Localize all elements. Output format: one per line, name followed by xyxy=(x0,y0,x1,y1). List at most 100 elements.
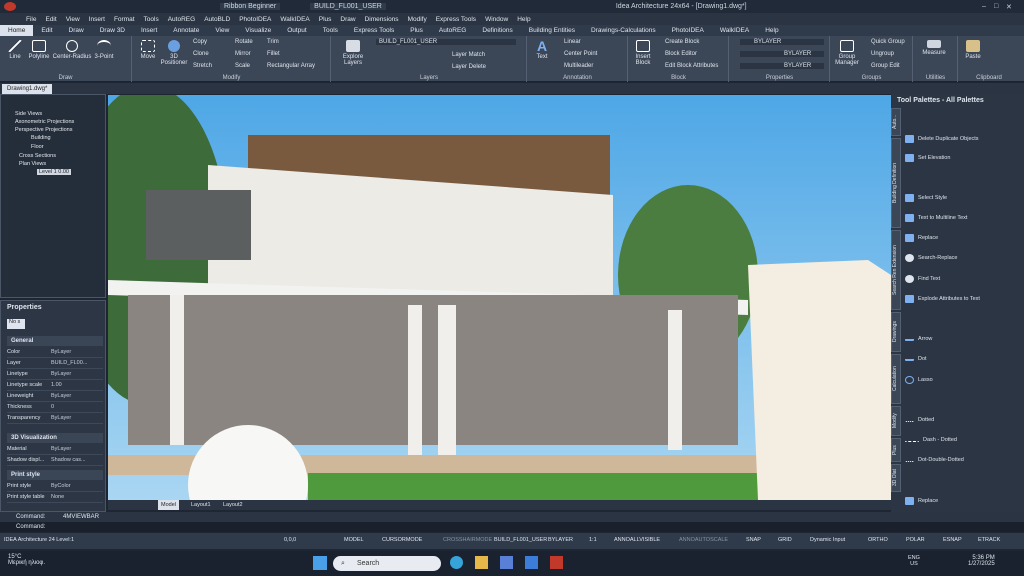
ungroup-button[interactable]: Ungroup xyxy=(871,51,894,57)
status-etrack[interactable]: ETRACK xyxy=(978,537,1000,543)
palette-find-text[interactable]: Find Text xyxy=(905,275,940,283)
tree-plan-views[interactable]: Plan Views xyxy=(19,161,46,167)
menu-express-tools[interactable]: Express Tools xyxy=(436,16,476,23)
tree-side-views[interactable]: Side Views xyxy=(15,111,42,117)
menu-format[interactable]: Format xyxy=(114,16,135,23)
prop-linetype[interactable]: Linetype ByLayer xyxy=(7,369,103,380)
create-block-button[interactable]: Create Block xyxy=(665,39,699,45)
menu-modify[interactable]: Modify xyxy=(408,16,427,23)
rotate-button[interactable]: Rotate xyxy=(235,39,253,45)
menu-walkidea[interactable]: WalkIDEA xyxy=(280,16,309,23)
prop-color[interactable]: Color ByLayer xyxy=(7,347,103,358)
status-grid[interactable]: GRID xyxy=(778,537,792,543)
menu-plus[interactable]: Plus xyxy=(319,16,332,23)
polyline-button[interactable]: Polyline xyxy=(26,40,52,60)
linear-dim-button[interactable]: Linear xyxy=(564,39,581,45)
linetype-combo[interactable]: BYLAYER xyxy=(740,51,824,57)
selection-combo[interactable]: No s xyxy=(7,319,25,329)
menu-edit[interactable]: Edit xyxy=(45,16,56,23)
arc-button[interactable]: 3-Point xyxy=(92,40,116,60)
tab-home[interactable]: Home xyxy=(0,25,34,36)
status-ortho[interactable]: ORTHO xyxy=(868,537,888,543)
start-icon[interactable] xyxy=(313,556,327,570)
tab-building-entities[interactable]: Building Entities xyxy=(521,25,583,36)
drawing-tab[interactable]: Drawing1.dwg* xyxy=(2,84,53,94)
move-button[interactable]: Move xyxy=(137,40,159,60)
menu-insert[interactable]: Insert xyxy=(89,16,105,23)
status-bylayer[interactable]: BYLAYER xyxy=(548,537,573,543)
layer-combo[interactable]: BUILD_FL001_USER xyxy=(376,39,516,45)
clone-button[interactable]: Clone xyxy=(193,51,209,57)
tree-axonometric[interactable]: Axonometric Projections xyxy=(15,119,74,125)
tab-drawings-calculations[interactable]: Drawings-Calculations xyxy=(583,25,664,36)
app-logo-icon[interactable] xyxy=(4,2,16,11)
tab-autoreg[interactable]: AutoREG xyxy=(431,25,474,36)
tab-definitions[interactable]: Definitions xyxy=(474,25,520,36)
palette-delete-duplicates[interactable]: Delete Duplicate Objects xyxy=(905,135,979,143)
stretch-button[interactable]: Stretch xyxy=(193,63,212,69)
menu-window[interactable]: Window xyxy=(485,16,508,23)
palette-text-to-mtext[interactable]: Text to Multiline Text xyxy=(905,214,967,222)
language-indicator[interactable]: ENG US xyxy=(908,555,920,567)
prop-print-style-table[interactable]: Print style table None xyxy=(7,492,103,503)
status-annoautoscale[interactable]: ANNOAUTOSCALE xyxy=(679,537,728,543)
side-tab-calculation[interactable]: Calculation xyxy=(891,354,901,404)
tab-tools[interactable]: Tools xyxy=(315,25,346,36)
clock[interactable]: 5:36 PM 1/27/2025 xyxy=(968,555,995,567)
status-scale[interactable]: 1:1 xyxy=(589,537,597,543)
side-tab-3d-olat[interactable]: 3D Olat xyxy=(891,464,901,492)
scale-button[interactable]: Scale xyxy=(235,63,250,69)
tab-edit[interactable]: Edit xyxy=(33,25,60,36)
tab-draw-3d[interactable]: Draw 3D xyxy=(92,25,133,36)
print-style-section[interactable]: Print style xyxy=(7,470,103,480)
palette-arrow[interactable]: Arrow xyxy=(905,336,932,342)
circle-button[interactable]: Center-Radius xyxy=(52,40,92,60)
fillet-button[interactable]: Fillet xyxy=(267,51,280,57)
status-cursormode[interactable]: CURSORMODE xyxy=(382,537,422,543)
tab-plus[interactable]: Plus xyxy=(402,25,431,36)
taskbar-search[interactable]: ⌕ Search xyxy=(333,556,441,571)
measure-button[interactable]: Measure xyxy=(916,40,952,56)
visualization-section[interactable]: 3D Visualization xyxy=(7,433,103,443)
menu-draw[interactable]: Draw xyxy=(340,16,355,23)
palette-dot-double-dotted[interactable]: Dot-Double-Dotted xyxy=(905,457,964,463)
palette-replace[interactable]: Replace xyxy=(905,234,938,242)
prop-linetype-scale[interactable]: Linetype scale 1.00 xyxy=(7,380,103,391)
tree-cross-sections[interactable]: Cross Sections xyxy=(19,153,56,159)
tab-model[interactable]: Model xyxy=(158,500,179,510)
command-input[interactable]: Command: xyxy=(0,522,1024,532)
menu-autobld[interactable]: AutoBLD xyxy=(204,16,230,23)
prop-thickness[interactable]: Thickness 0 xyxy=(7,402,103,413)
status-snap[interactable]: SNAP xyxy=(746,537,761,543)
multileader-button[interactable]: Multileader xyxy=(564,63,593,69)
tab-view[interactable]: View xyxy=(207,25,237,36)
layer-match-button[interactable]: Layer Match xyxy=(452,52,485,58)
general-section[interactable]: General xyxy=(7,336,103,346)
idea-architecture-icon[interactable] xyxy=(550,556,563,569)
center-point-button[interactable]: Center Point xyxy=(564,51,597,57)
trim-button[interactable]: Trim xyxy=(267,39,279,45)
edit-block-attributes-button[interactable]: Edit Block Attributes xyxy=(665,63,718,69)
tab-express-tools[interactable]: Express Tools xyxy=(346,25,402,36)
prop-shadow[interactable]: Shadow displ... Shadow cas... xyxy=(7,455,103,466)
status-layer[interactable]: BUILD_FL001_USER xyxy=(494,537,547,543)
text-button[interactable]: A Text xyxy=(531,38,553,60)
weather-widget[interactable]: 15°C Μερική ηλιοφ. xyxy=(8,554,45,566)
status-crosshair[interactable]: CROSSHAIRMODE xyxy=(443,537,492,543)
status-annoallvisible[interactable]: ANNOALLVISIBLE xyxy=(614,537,660,543)
side-tab-search[interactable]: Search Ren Extension xyxy=(891,230,901,310)
side-tab-auto[interactable]: Auto... xyxy=(891,108,901,136)
mirror-button[interactable]: Mirror xyxy=(235,51,251,57)
explore-layers-button[interactable]: Explore Layers xyxy=(336,40,370,66)
menu-tools[interactable]: Tools xyxy=(144,16,159,23)
menu-dimensions[interactable]: Dimensions xyxy=(365,16,399,23)
prop-material[interactable]: Material ByLayer xyxy=(7,444,103,455)
menu-photoidea[interactable]: PhotoIDEA xyxy=(239,16,271,23)
minimize-icon[interactable]: – xyxy=(982,3,994,10)
mail-icon[interactable] xyxy=(525,556,538,569)
palette-replace-2[interactable]: Replace xyxy=(905,497,938,505)
tree-perspective[interactable]: Perspective Projections xyxy=(15,127,72,133)
maximize-icon[interactable]: □ xyxy=(994,3,1006,10)
side-tab-plus[interactable]: Plus xyxy=(891,438,901,462)
prop-lineweight[interactable]: Lineweight ByLayer xyxy=(7,391,103,402)
